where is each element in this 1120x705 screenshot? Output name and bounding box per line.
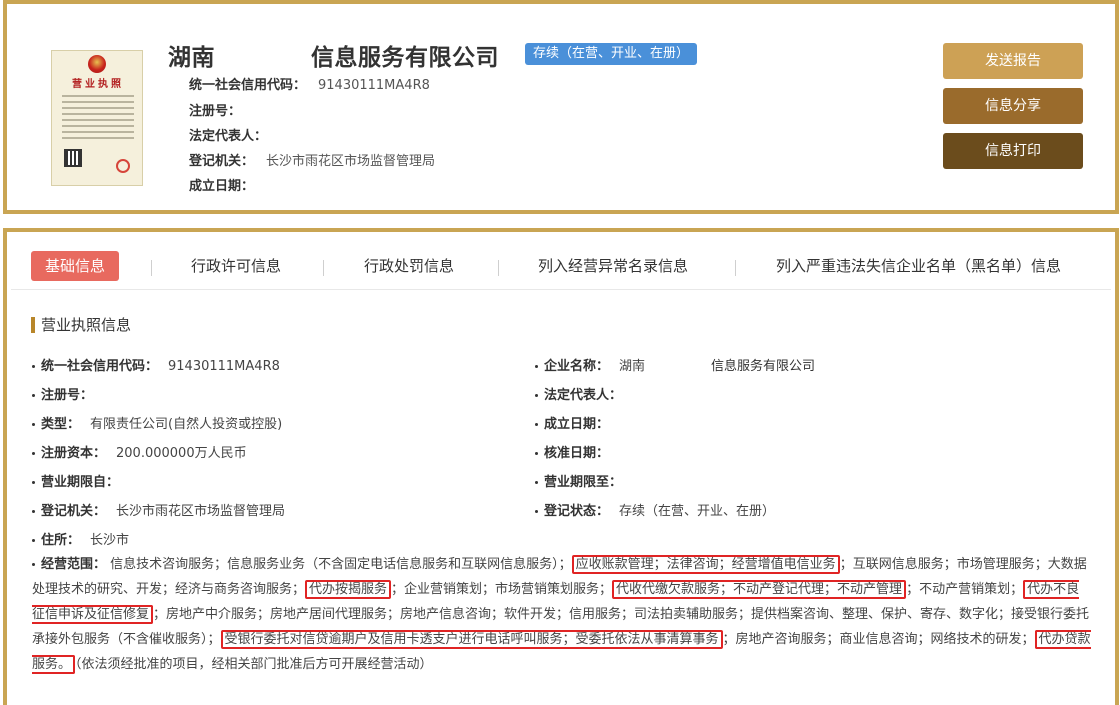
field-registered-capital: 注册资本： 200.000000万人民币 [32, 442, 247, 461]
tab-divider [323, 260, 324, 276]
header-established-row: 成立日期： [189, 175, 266, 194]
tab-divider [498, 260, 499, 276]
field-established-date: 成立日期： [535, 413, 619, 432]
header-legal-rep-row: 法定代表人： [189, 125, 279, 144]
license-image-title: 营业执照 [72, 79, 124, 90]
bullet-icon [32, 510, 35, 513]
field-label: 法定代表人： [544, 388, 623, 403]
scope-text: ；企业营销策划；市场营销策划服务； [391, 582, 613, 597]
field-label: 营业期限自： [41, 475, 120, 490]
tab-divider [735, 260, 736, 276]
license-text-lines [62, 95, 134, 143]
field-label: 注册号： [41, 388, 94, 403]
field-label: 类型： [41, 417, 81, 432]
field-label: 核准日期： [544, 446, 610, 461]
scope-highlight: 受银行委托对信贷逾期户及信用卡透支户进行电话呼叫服务；受委托依法从事清算事务 [220, 630, 723, 649]
status-badge: 存续（在营、开业、在册） [525, 43, 698, 65]
field-value-prefix: 湖南 [619, 359, 646, 374]
header-authority-label: 登记机关： [189, 154, 255, 169]
bullet-icon [535, 452, 538, 455]
scope-text: 信息技术咨询服务；信息服务业务（不含固定电话信息服务和互联网信息服务）； [110, 557, 572, 572]
field-address: 住所： 长沙市 [32, 529, 129, 548]
field-term-to: 营业期限至： [535, 471, 632, 490]
field-value: 长沙市雨花区市场监督管理局 [116, 504, 286, 519]
scope-text: ；房地产咨询服务；商业信息咨询；网络技术的研发； [722, 632, 1035, 647]
print-info-button[interactable]: 信息打印 [943, 133, 1083, 169]
header-established-label: 成立日期： [189, 179, 255, 194]
field-value: 200.000000万人民币 [116, 446, 247, 461]
field-label: 住所： [41, 533, 81, 548]
send-report-button[interactable]: 发送报告 [943, 43, 1083, 79]
header-credit-code-value: 91430111MA4R8 [318, 78, 430, 93]
business-scope-label: 经营范围： [41, 557, 107, 572]
company-header-card: 营业执照 湖南 信息服务有限公司 存续（在营、开业、在册） 统一社会信用代码： 91… [3, 0, 1119, 214]
bullet-icon [32, 539, 35, 542]
field-value: 长沙市 [90, 533, 130, 548]
info-tabs: 基础信息 行政许可信息 行政处罚信息 列入经营异常名录信息 列入严重违法失信企业… [11, 236, 1111, 290]
bullet-icon [32, 563, 35, 566]
company-name-suffix: 信息服务有限公司 [311, 45, 499, 71]
field-label: 登记状态： [544, 504, 610, 519]
field-approval-date: 核准日期： [535, 442, 619, 461]
field-value: 91430111MA4R8 [168, 359, 280, 374]
field-legal-rep: 法定代表人： [535, 384, 632, 403]
tab-abnormal-operation[interactable]: 列入经营异常名录信息 [538, 251, 688, 281]
bullet-icon [535, 510, 538, 513]
field-label: 营业期限至： [544, 475, 623, 490]
field-company-name: 企业名称： 湖南 信息服务有限公司 [535, 355, 815, 374]
field-reg-number: 注册号： [32, 384, 103, 403]
field-label: 成立日期： [544, 417, 610, 432]
official-seal-icon [116, 159, 130, 173]
tab-admin-license[interactable]: 行政许可信息 [191, 251, 281, 281]
header-legal-rep-label: 法定代表人： [189, 129, 268, 144]
business-license-image[interactable]: 营业执照 [51, 50, 143, 186]
bullet-icon [32, 452, 35, 455]
field-term-from: 营业期限自： [32, 471, 129, 490]
field-value: 有限责任公司(自然人投资或控股) [90, 417, 283, 432]
qr-code-icon [64, 149, 82, 167]
section-title: 营业执照信息 [31, 317, 131, 333]
share-info-button[interactable]: 信息分享 [943, 88, 1083, 124]
header-authority-value: 长沙市雨花区市场监督管理局 [266, 154, 436, 169]
scope-highlight: 应收账款管理；法律咨询；经营增值电信业务 [571, 555, 840, 574]
scope-highlight: 代收代缴欠款服务；不动产登记代理；不动产管理 [612, 580, 907, 599]
bullet-icon [535, 365, 538, 368]
field-value: 存续（在营、开业、在册） [619, 504, 776, 519]
business-scope: 经营范围： 信息技术咨询服务；信息服务业务（不含固定电话信息服务和互联网信息服务… [32, 552, 1092, 677]
tab-blacklist[interactable]: 列入严重违法失信企业名单（黑名单）信息 [776, 251, 1061, 281]
field-credit-code: 统一社会信用代码： 91430111MA4R8 [32, 355, 280, 374]
header-credit-code-row: 统一社会信用代码： 91430111MA4R8 [189, 74, 430, 93]
field-reg-status: 登记状态： 存续（在营、开业、在册） [535, 500, 775, 519]
scope-highlight: 代办按揭服务 [305, 580, 392, 599]
field-reg-authority: 登记机关： 长沙市雨花区市场监督管理局 [32, 500, 285, 519]
field-label: 统一社会信用代码： [41, 359, 159, 374]
bullet-icon [32, 423, 35, 426]
tab-basic-info[interactable]: 基础信息 [31, 251, 120, 281]
company-name-title: 湖南 信息服务有限公司 [168, 38, 499, 72]
field-company-type: 类型： 有限责任公司(自然人投资或控股) [32, 413, 282, 432]
header-reg-number-label: 注册号： [189, 104, 242, 119]
field-label: 登记机关： [41, 504, 107, 519]
header-authority-row: 登记机关： 长沙市雨花区市场监督管理局 [189, 150, 435, 169]
bullet-icon [535, 394, 538, 397]
field-label: 注册资本： [41, 446, 107, 461]
national-emblem-icon [88, 55, 106, 73]
bullet-icon [535, 423, 538, 426]
header-reg-number-row: 注册号： [189, 100, 253, 119]
field-value-suffix: 信息服务有限公司 [711, 359, 816, 374]
company-name-prefix: 湖南 [168, 45, 215, 71]
scope-text: （依法须经批准的项目，经相关部门批准后方可开展经营活动） [75, 657, 433, 672]
bullet-icon [32, 365, 35, 368]
tab-admin-penalty[interactable]: 行政处罚信息 [364, 251, 454, 281]
header-credit-code-label: 统一社会信用代码： [189, 78, 307, 93]
field-label: 企业名称： [544, 359, 610, 374]
bullet-icon [32, 481, 35, 484]
company-detail-card: 基础信息 行政许可信息 行政处罚信息 列入经营异常名录信息 列入严重违法失信企业… [3, 228, 1119, 705]
bullet-icon [535, 481, 538, 484]
scope-text: ；不动产营销策划； [906, 582, 1024, 597]
bullet-icon [32, 394, 35, 397]
tab-divider [151, 260, 152, 276]
